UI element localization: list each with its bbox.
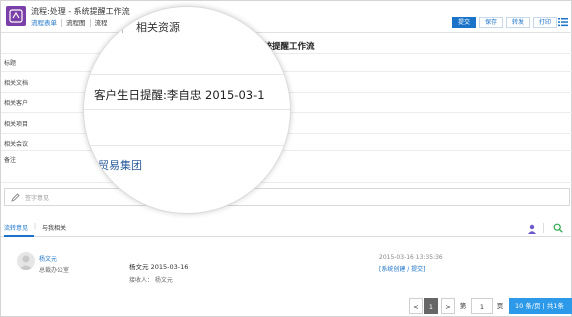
list-menu-icon[interactable] — [558, 17, 568, 27]
related-customer-value: 客户生日提醒:李自忠 2015-03-1 — [94, 88, 265, 102]
action-toolbar: 提交 保存 转发 打印 — [452, 17, 558, 28]
field-label-documents: 相关文档 — [4, 80, 29, 87]
next-page-button[interactable]: > — [441, 298, 455, 314]
current-page-indicator: 1 — [424, 298, 438, 314]
tab-flow-other[interactable]: 流程 — [91, 19, 112, 27]
field-label-meetings: 相关会议 — [4, 141, 29, 148]
field-label-remarks: 备注 — [4, 157, 17, 164]
field-label-customers: 相关客户 — [4, 100, 29, 107]
page-size-select[interactable]: 10 条/页 | 共1条 — [509, 298, 572, 314]
submit-button[interactable]: 提交 — [452, 17, 477, 28]
prev-page-button[interactable]: < — [409, 298, 423, 314]
opinion-placeholder: 签字意见 — [25, 195, 50, 202]
field-divider — [1, 150, 572, 151]
print-button[interactable]: 打印 — [533, 17, 558, 28]
comment-timestamp: 2015-03-16 13:35:36 — [379, 254, 443, 261]
comment-author-link[interactable]: 杨文元 — [39, 254, 57, 263]
page-number-input[interactable]: 1 — [471, 298, 493, 314]
tab-separator: | — [34, 223, 37, 230]
signature-opinion-input[interactable]: 签字意见 — [4, 188, 570, 206]
active-tab-indicator — [4, 235, 34, 237]
field-divider — [1, 71, 572, 72]
lens-divider — [84, 74, 290, 75]
tab-flow-form[interactable]: 流程表单 — [31, 19, 62, 27]
magnifier-lens: 相关资源 客户生日提醒:李自忠 2015-03-1 贸易集团 — [83, 6, 291, 214]
header-divider — [1, 32, 572, 33]
comment-author-department: 总裁办公室 — [39, 267, 70, 274]
tab-flow-chart[interactable]: 流程图 — [62, 19, 91, 27]
save-button[interactable]: 保存 — [479, 17, 504, 28]
page-unit-label: 页 — [496, 302, 504, 310]
avatar — [17, 252, 35, 270]
comment-receivers: 接收人： 杨文元 — [129, 277, 173, 284]
window-title: 流程:处理 - 系统提醒工作流 — [31, 7, 130, 16]
user-filter-icon[interactable] — [527, 224, 537, 234]
comment-tabs: 流转意见 | 与我相关 — [4, 223, 72, 232]
pen-icon — [11, 193, 20, 202]
icon-separator — [543, 223, 544, 233]
field-divider — [1, 53, 572, 54]
search-icon[interactable] — [553, 223, 563, 233]
tab-related-to-me[interactable]: 与我相关 — [42, 223, 72, 232]
comment-action-link[interactable]: [系统创建 / 提交] — [379, 264, 426, 273]
field-label-title: 标题 — [4, 60, 17, 67]
workflow-window: 流程:处理 - 系统提醒工作流 流程表单 流程图 流程 提交 保存 转发 打印 … — [0, 0, 572, 317]
tab-flow-opinions[interactable]: 流转意见 — [4, 223, 34, 232]
lens-tab-separator — [122, 21, 123, 33]
lens-divider — [84, 109, 290, 110]
header-tabs: 流程表单 流程图 流程 — [31, 19, 112, 27]
forward-button[interactable]: 转发 — [506, 17, 531, 28]
field-divider — [1, 182, 572, 183]
related-company-link[interactable]: 贸易集团 — [98, 157, 142, 173]
tab-related-resources[interactable]: 相关资源 — [136, 19, 180, 35]
comment-body: 杨文元 2015-03-16 — [129, 263, 189, 271]
page-word-label: 第 — [459, 302, 467, 310]
workflow-app-icon — [6, 6, 26, 26]
field-label-projects: 相关项目 — [4, 121, 29, 128]
tabs-divider — [1, 236, 572, 237]
lens-divider — [84, 145, 290, 146]
